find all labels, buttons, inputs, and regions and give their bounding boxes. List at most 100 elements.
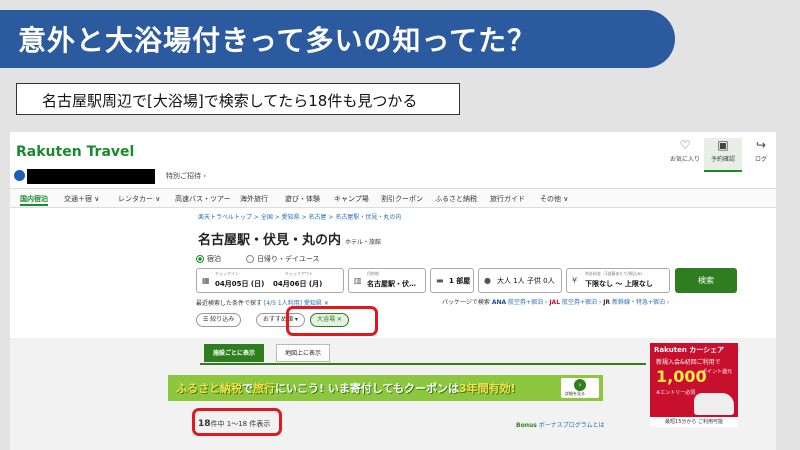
login-label: ログ <box>754 156 767 163</box>
jal-package-link[interactable]: 航空券+宿泊 › <box>562 299 601 306</box>
checkin-label: チェックイン <box>215 271 239 276</box>
car-image <box>694 393 734 415</box>
logo-sub: Travel <box>86 144 135 160</box>
price-label: 合計料金（1部屋あたり/税込み） <box>585 271 645 276</box>
tab-by-facility[interactable]: 施設ごとに表示 <box>204 344 265 362</box>
site-logo[interactable]: Rakuten Travel <box>16 144 134 160</box>
carshare-ad[interactable]: Rakuten カーシェア 新規入会&初回ご利用で 1,000 ポイント還元 ※… <box>650 343 738 427</box>
nav-furusato[interactable]: ふるさと納税 <box>435 192 477 206</box>
main-nav: 国内宿泊 交通＋宿 ∨ レンタカー ∨ 高速バス・ツアー 海外旅行 遊び・体験 … <box>10 188 776 208</box>
page-title-sub: ホテル・旅館 <box>345 239 382 246</box>
ad-amount: 1,000 <box>656 367 707 386</box>
ana-package-link[interactable]: 航空券+宿泊 › <box>508 299 547 306</box>
ana-logo: ANA <box>491 299 507 306</box>
redacted-account-name <box>27 169 155 184</box>
arrow-right-icon: › <box>574 379 586 391</box>
page-title: 名古屋駅・伏見・丸の内 ホテル・旅館 <box>198 229 381 248</box>
guests-field[interactable]: ● 大人 1人 子供 0人 <box>478 268 562 293</box>
rank-icon <box>14 170 25 181</box>
radio-day-label: 日帰り・デイユース <box>257 255 320 263</box>
calendar-icon: ▦ <box>202 276 210 285</box>
checkout-label: チェックアウト <box>285 271 313 276</box>
tab-on-map[interactable]: 地図上に表示 <box>276 344 331 362</box>
banner-text: ふるさと納税で旅行にいこう! いま寄付してもクーポンは3年間有効! <box>176 380 516 396</box>
narrow-down-button[interactable]: ☰ 絞り込み <box>196 313 242 327</box>
recent-label: 最近検索した条件で探す <box>196 300 263 307</box>
favorites-button[interactable]: ♡ お気に入り <box>666 138 704 172</box>
jr-logo: JR <box>603 299 611 306</box>
banner-part5: 3年間有効! <box>458 382 516 395</box>
login-icon: ↪ <box>755 138 767 152</box>
nav-bus-tour[interactable]: 高速バス・ツアー <box>175 192 231 206</box>
ad-line1: 新規入会&初回ご利用で <box>656 359 721 366</box>
tab-underline <box>200 363 646 365</box>
nav-rental-car[interactable]: レンタカー ∨ <box>118 192 160 206</box>
checkout-value: 04月06日 (月) <box>273 280 323 288</box>
radio-dot <box>196 255 204 263</box>
banner-detail-label: 詳細を見る <box>565 391 585 396</box>
radio-day-use[interactable]: 日帰り・デイユース <box>246 254 320 264</box>
radio-stay[interactable]: 宿泊 <box>196 254 221 264</box>
nav-camping[interactable]: キャンプ場 <box>334 192 369 206</box>
heart-icon: ♡ <box>679 138 691 152</box>
ad-unit: ポイント還元 <box>702 369 733 375</box>
destination-value: 名古屋駅・伏… <box>367 280 416 288</box>
banner-part3: 旅行 <box>253 382 275 395</box>
bed-icon: ▬ <box>436 276 444 285</box>
nav-transport-hotel[interactable]: 交通＋宿 ∨ <box>64 192 99 206</box>
banner-part1: ふるさと納税 <box>176 382 242 395</box>
radio-stay-label: 宿泊 <box>207 255 221 263</box>
yen-icon: ¥ <box>572 276 578 285</box>
breadcrumb[interactable]: 楽天トラベルトップ > 全国 > 愛知県 > 名古屋 > 名古屋駅・伏見・丸の内 <box>198 212 401 221</box>
package-label: パッケージで検索 <box>442 299 490 306</box>
bonus-label: Bonus <box>516 422 537 429</box>
nav-domestic[interactable]: 国内宿泊 <box>20 192 48 206</box>
slide-subtitle: 名古屋駅周辺で[大浴場]で検索してたら18件も見つかる <box>42 92 418 110</box>
slide-title: 意外と大浴場付きって多いの知ってた？ <box>18 24 537 57</box>
reservations-label: 予約確認 <box>710 156 735 163</box>
person-icon: ● <box>484 276 491 285</box>
nav-coupon[interactable]: 割引クーポン <box>381 192 423 206</box>
nav-activities[interactable]: 遊び・体験 <box>285 192 320 206</box>
date-field[interactable]: ▦ チェックイン 04月05日 (日) チェックアウト 04月06日 (月) <box>196 268 344 293</box>
ad-entry: ※エントリー必須 <box>656 390 696 396</box>
search-button[interactable]: 検索 <box>675 268 737 293</box>
radio-dot <box>246 255 254 263</box>
building-icon: ▥ <box>354 276 362 285</box>
nav-guide[interactable]: 旅行ガイド <box>490 192 525 206</box>
price-field[interactable]: ¥ 合計料金（1部屋あたり/税込み） 下限なし ～ 上限なし <box>566 268 670 293</box>
banner-part4: にいこう! いま寄付してもクーポンは <box>275 382 459 395</box>
ad-footer: 最短15分から ご利用可能 <box>650 417 738 427</box>
highlight-ring-filter <box>286 306 378 336</box>
guests-value: 大人 1人 子供 0人 <box>497 277 555 285</box>
nav-overseas[interactable]: 海外旅行 <box>240 192 268 206</box>
package-search: パッケージで検索 ANA 航空券+宿泊 › JAL 航空券+宿泊 › JR 新幹… <box>442 297 669 306</box>
destination-label: 目的地 <box>367 271 379 276</box>
bonus-link[interactable]: Bonus ボーナスプログラムとは <box>516 420 605 429</box>
bonus-text: ボーナスプログラムとは <box>538 422 605 429</box>
destination-field[interactable]: ▥ 目的地 名古屋駅・伏… <box>348 268 426 293</box>
login-button[interactable]: ↪ ログ <box>742 138 776 172</box>
nav-other[interactable]: その他 ∨ <box>540 192 568 206</box>
rooms-value: 1 部屋 <box>449 277 471 285</box>
rooms-field[interactable]: ▬ 1 部屋 <box>430 268 474 293</box>
page-title-text: 名古屋駅・伏見・丸の内 <box>198 233 342 248</box>
highlight-ring-count <box>192 408 282 436</box>
ad-brand: Rakuten カーシェア <box>654 346 725 354</box>
reservations-button[interactable]: ▣ 予約確認 <box>704 138 742 172</box>
jr-package-link[interactable]: 新幹線・特急+宿泊 › <box>612 299 669 306</box>
slide-title-bar: 意外と大浴場付きって多いの知ってた？ <box>0 10 675 68</box>
slide-subtitle-box: 名古屋駅周辺で[大浴場]で検索してたら18件も見つかる <box>16 83 460 115</box>
calendar-icon: ▣ <box>717 138 729 152</box>
price-value: 下限なし ～ 上限なし <box>585 280 653 288</box>
screenshot-card: Rakuten Travel 特別ご招待 › ♡ お気に入り ▣ 予約確認 ↪ … <box>10 132 776 450</box>
banner-detail-button[interactable]: › 詳細を見る <box>561 378 599 398</box>
jal-logo: JAL <box>549 299 561 306</box>
checkin-value: 04月05日 (日) <box>215 280 265 288</box>
logo-main: Rakuten <box>16 144 82 160</box>
header-icons: ♡ お気に入り ▣ 予約確認 ↪ ログ <box>666 138 776 174</box>
furusato-banner[interactable]: ふるさと納税で旅行にいこう! いま寄付してもクーポンは3年間有効! › 詳細を見… <box>168 375 603 401</box>
favorites-label: お気に入り <box>669 156 700 163</box>
special-invite-link[interactable]: 特別ご招待 › <box>166 171 206 181</box>
banner-part2: で <box>242 382 253 395</box>
